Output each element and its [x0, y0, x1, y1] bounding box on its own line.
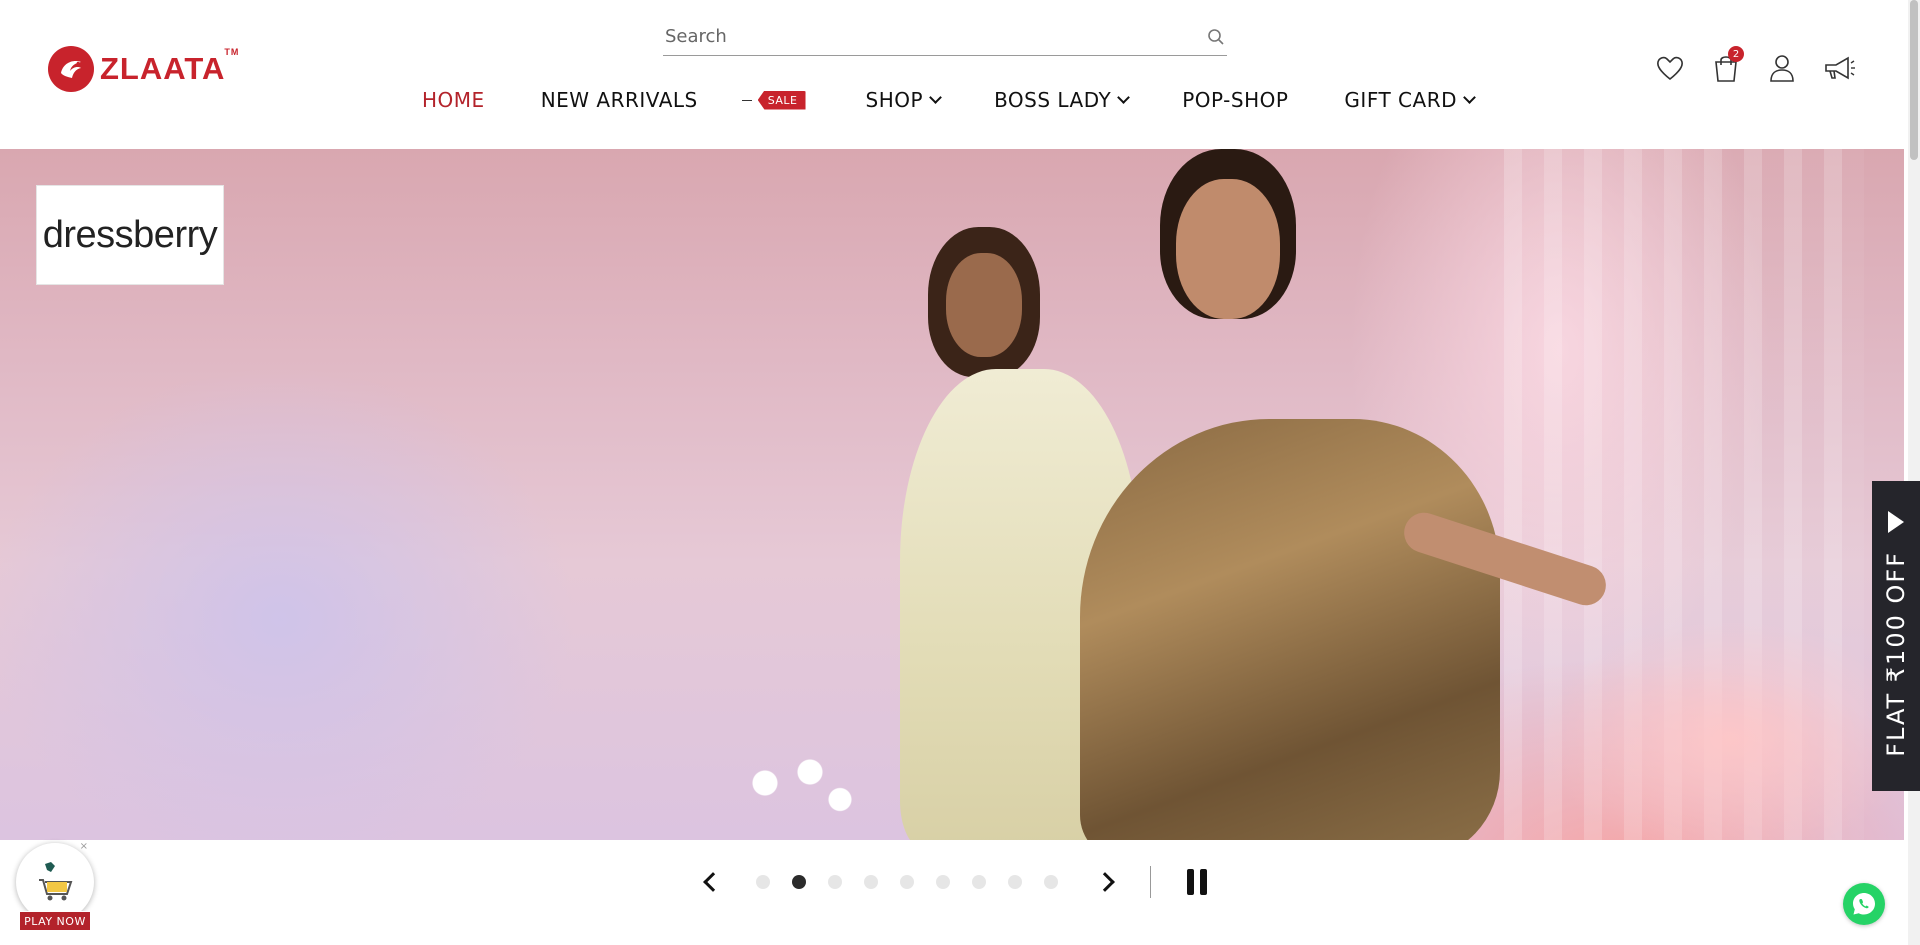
dressberry-brand-badge: dressberry [36, 185, 224, 285]
chevron-down-icon [1463, 91, 1476, 104]
search-bar [663, 20, 1227, 56]
cart-count-badge: 2 [1728, 46, 1744, 62]
controls-divider [1150, 866, 1151, 898]
logo-bird-icon [48, 46, 94, 92]
model-left-face [946, 253, 1022, 357]
tulip-flowers [720, 739, 870, 840]
page-scrollbar[interactable] [1908, 0, 1920, 945]
play-now-button[interactable]: PLAY NOW [19, 911, 91, 931]
nav-item-pop-shop[interactable]: POP-SHOP [1182, 88, 1288, 112]
scrollbar-thumb[interactable] [1910, 0, 1918, 160]
flat-offer-tab[interactable]: FLAT ₹100 OFF [1872, 481, 1920, 791]
user-icon[interactable] [1766, 52, 1798, 84]
slide-dot-6[interactable] [936, 875, 950, 889]
search-icon[interactable] [1207, 28, 1225, 50]
model-right-dress [1080, 419, 1500, 840]
offer-label: FLAT ₹100 OFF [1882, 551, 1910, 757]
pause-icon[interactable] [1187, 869, 1207, 895]
search-input[interactable] [663, 20, 1183, 52]
slide-dots [756, 875, 1058, 889]
nav-item-boss-lady[interactable]: BOSS LADY [994, 88, 1131, 112]
slider-controls [696, 866, 1207, 898]
slide-dot-2[interactable] [792, 875, 806, 889]
sale-tag-label: SALE [757, 90, 806, 110]
close-icon[interactable]: × [80, 841, 88, 852]
play-game-widget[interactable]: × PLAY NOW [16, 841, 96, 933]
slide-dot-8[interactable] [1008, 875, 1022, 889]
site-header: ZLAATA TM HOME NEW ARRIVALS SALE SHOP BO… [0, 0, 1908, 149]
header-actions: 2 [1654, 46, 1855, 84]
tag-string [741, 99, 752, 101]
brand-name: ZLAATA TM [100, 47, 240, 86]
heart-icon[interactable] [1654, 52, 1686, 84]
nav-item-shop[interactable]: SHOP [866, 88, 942, 112]
play-icon [1888, 511, 1904, 533]
chevron-right-icon[interactable] [1095, 872, 1115, 892]
shopping-cart-icon [39, 862, 73, 901]
game-thumbnail[interactable] [16, 843, 94, 921]
slide-dot-3[interactable] [828, 875, 842, 889]
megaphone-icon[interactable] [1822, 52, 1855, 84]
chevron-left-icon[interactable] [703, 872, 723, 892]
chevron-down-icon [1117, 91, 1131, 104]
whatsapp-icon[interactable] [1843, 883, 1885, 925]
slide-dot-9[interactable] [1044, 875, 1058, 889]
trademark: TM [224, 47, 240, 57]
nav-item-home[interactable]: HOME [422, 88, 485, 112]
slide-dot-7[interactable] [972, 875, 986, 889]
shopping-bag-icon[interactable]: 2 [1710, 46, 1744, 84]
slide-dot-4[interactable] [864, 875, 878, 889]
main-nav: HOME NEW ARRIVALS SALE SHOP BOSS LADY PO… [422, 84, 1476, 116]
brand-logo[interactable]: ZLAATA TM [48, 46, 240, 92]
chevron-down-icon [929, 91, 942, 104]
hero-banner[interactable]: dressberry [0, 149, 1904, 840]
nav-item-sale[interactable]: SALE [741, 90, 806, 110]
slide-dot-1[interactable] [756, 875, 770, 889]
model-right-face [1176, 179, 1280, 319]
nav-item-gift-card[interactable]: GIFT CARD [1344, 88, 1476, 112]
slide-dot-5[interactable] [900, 875, 914, 889]
nav-item-new-arrivals[interactable]: NEW ARRIVALS [541, 88, 698, 112]
